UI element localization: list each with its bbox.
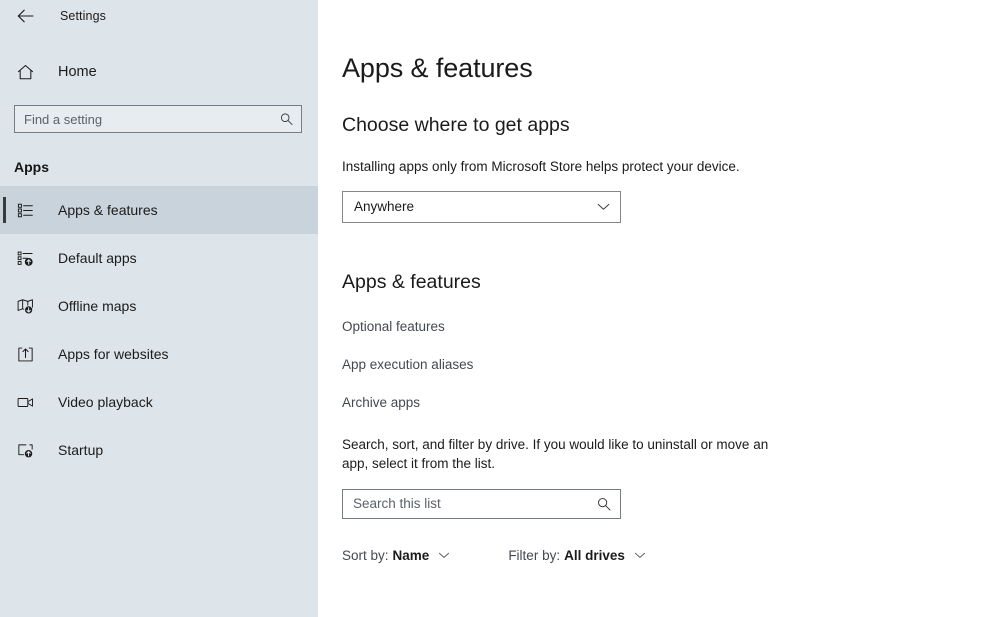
- default-apps-icon: [14, 247, 36, 269]
- sidebar-item-apps-features[interactable]: Apps & features: [0, 186, 318, 234]
- search-icon[interactable]: [597, 497, 611, 511]
- search-this-list-field[interactable]: [342, 488, 621, 519]
- map-download-icon: [14, 295, 36, 317]
- sidebar-item-label: Apps & features: [58, 202, 158, 218]
- filter-by-control[interactable]: Filter by: All drives: [508, 548, 646, 563]
- chevron-down-icon: [438, 552, 450, 559]
- search-icon[interactable]: [280, 113, 293, 126]
- link-app-execution-aliases[interactable]: App execution aliases: [342, 334, 997, 372]
- app-title: Settings: [60, 9, 106, 23]
- sidebar-item-label: Offline maps: [58, 298, 137, 314]
- sidebar-item-offline-maps[interactable]: Offline maps: [0, 282, 318, 330]
- sidebar-nav-list: Apps & features Default apps Offline map…: [0, 186, 318, 474]
- sidebar-item-home-label: Home: [58, 64, 97, 80]
- link-archive-apps[interactable]: Archive apps: [342, 372, 997, 410]
- sort-by-label: Sort by:: [342, 547, 389, 563]
- sidebar-section-label: Apps: [14, 159, 49, 175]
- sidebar-item-home[interactable]: Home: [0, 52, 318, 92]
- choose-apps-heading: Choose where to get apps: [342, 114, 570, 136]
- app-website-icon: [14, 343, 36, 365]
- sidebar-item-startup[interactable]: Startup: [0, 426, 318, 474]
- video-camera-icon: [14, 391, 36, 413]
- arrow-left-icon: [17, 9, 34, 23]
- home-icon: [14, 61, 36, 83]
- list-controls: Sort by: Name Filter by: All drives: [342, 519, 997, 563]
- page-title: Apps & features: [342, 53, 533, 83]
- list-bullets-icon: [14, 199, 36, 221]
- chevron-down-icon: [634, 552, 646, 559]
- sidebar: Settings Home Apps: [0, 0, 318, 617]
- sort-by-control[interactable]: Sort by: Name: [342, 548, 450, 563]
- back-button[interactable]: [12, 4, 38, 28]
- chevron-down-icon: [597, 203, 610, 211]
- sidebar-item-default-apps[interactable]: Default apps: [0, 234, 318, 282]
- sort-by-value: Name: [392, 547, 430, 563]
- settings-window: Settings Home Apps: [0, 0, 997, 617]
- find-a-setting-field[interactable]: [14, 105, 302, 133]
- main-content: Apps & features Choose where to get apps…: [318, 0, 997, 617]
- filter-by-label: Filter by:: [508, 547, 561, 563]
- apps-list-description: Search, sort, and filter by drive. If yo…: [342, 436, 769, 472]
- sidebar-item-label: Startup: [58, 442, 104, 458]
- choose-apps-description: Installing apps only from Microsoft Stor…: [342, 159, 740, 174]
- sidebar-item-label: Video playback: [58, 394, 153, 410]
- sidebar-item-apps-for-websites[interactable]: Apps for websites: [0, 330, 318, 378]
- filter-by-value: All drives: [564, 547, 625, 563]
- search-this-list-input[interactable]: [343, 489, 620, 518]
- find-a-setting-input[interactable]: [15, 106, 301, 132]
- sidebar-item-label: Default apps: [58, 250, 137, 266]
- sidebar-item-video-playback[interactable]: Video playback: [0, 378, 318, 426]
- startup-icon: [14, 439, 36, 461]
- app-source-dropdown-value: Anywhere: [354, 199, 415, 215]
- apps-features-heading: Apps & features: [342, 270, 481, 293]
- title-bar: Settings: [0, 0, 318, 32]
- sidebar-item-label: Apps for websites: [58, 346, 169, 362]
- link-optional-features[interactable]: Optional features: [342, 294, 997, 334]
- app-source-dropdown[interactable]: Anywhere: [342, 190, 621, 223]
